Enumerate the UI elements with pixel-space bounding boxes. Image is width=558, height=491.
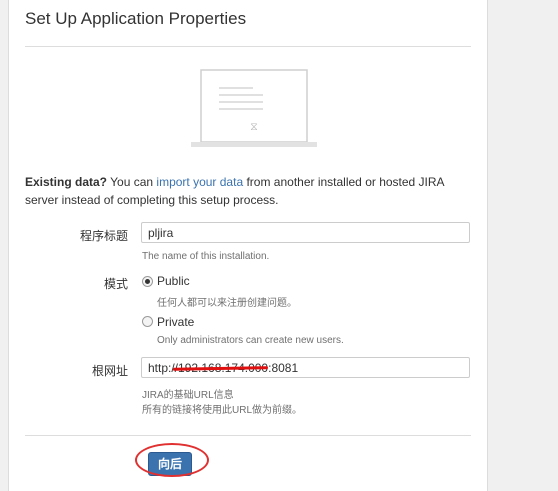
setup-panel: Set Up Application Properties ⧖ Existing… bbox=[8, 0, 488, 491]
laptop-illustration-icon: ⧖ bbox=[191, 69, 317, 147]
divider-top bbox=[25, 46, 471, 47]
import-data-link[interactable]: import your data bbox=[156, 175, 243, 189]
radio-public-label[interactable]: Public bbox=[157, 274, 190, 288]
existing-data-intro: Existing data? You can import your data … bbox=[25, 173, 475, 209]
private-help: Only administrators can create new users… bbox=[157, 335, 344, 346]
base-url-help-1: JIRA的基础URL信息 bbox=[142, 390, 234, 401]
radio-private-label[interactable]: Private bbox=[157, 315, 194, 329]
intro-pre: You can bbox=[107, 175, 157, 189]
base-url-help-2: 所有的链接将使用此URL做为前缀。 bbox=[142, 405, 303, 416]
mode-label: 模式 bbox=[103, 277, 128, 291]
divider-bottom bbox=[25, 435, 471, 436]
page-title: Set Up Application Properties bbox=[25, 9, 247, 28]
svg-text:⧖: ⧖ bbox=[250, 120, 258, 133]
radio-public[interactable] bbox=[142, 276, 153, 287]
radio-private[interactable] bbox=[142, 316, 153, 327]
app-title-input[interactable]: pljira bbox=[141, 222, 470, 243]
intro-bold: Existing data? bbox=[25, 175, 108, 189]
public-help: 任何人都可以来注册创建问题。 bbox=[157, 298, 297, 309]
base-url-label: 根网址 bbox=[91, 364, 128, 378]
annotation-circle bbox=[135, 443, 209, 477]
app-title-label: 程序标题 bbox=[79, 229, 128, 243]
app-title-help: The name of this installation. bbox=[142, 251, 270, 262]
